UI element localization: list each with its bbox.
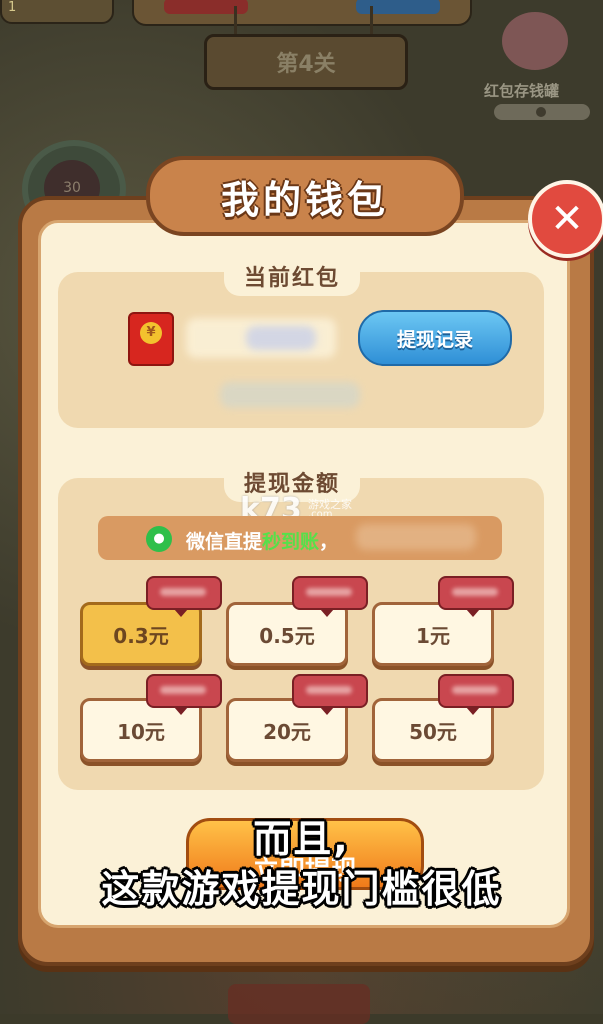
level-sign: 第4关: [204, 34, 408, 90]
piggy-bank-icon[interactable]: [502, 12, 568, 70]
top-panel: [132, 0, 472, 26]
subtitle-line-2: 这款游戏提现门槛很低: [101, 867, 502, 911]
top-panel-blue: [356, 0, 440, 14]
amount-tag: [438, 674, 514, 715]
current-packet-title: 当前红包: [224, 256, 361, 296]
top-left-counter: 1: [0, 0, 114, 24]
wechat-notice-text: 微信直提秒到账，: [186, 527, 338, 554]
bottom-item: [228, 984, 370, 1024]
wechat-text-prefix: 微信直提: [186, 531, 263, 553]
modal-title: 我的钱包: [146, 156, 464, 236]
amount-tag: [292, 674, 368, 715]
amount-tag: [146, 674, 222, 715]
close-button[interactable]: ✕: [528, 180, 603, 258]
coin-icon: ¥: [140, 322, 162, 344]
blurred-notice-tail: [356, 524, 476, 550]
wechat-text-highlight: 秒到账: [262, 531, 320, 553]
top-left-value: 1: [8, 0, 17, 15]
piggy-bank-label: 红包存钱罐: [484, 82, 560, 100]
red-packet-icon: ¥: [128, 312, 174, 366]
blurred-balance-value: [246, 326, 316, 350]
amount-tag: [146, 576, 222, 617]
subtitle-line-1: 而且,: [253, 817, 350, 861]
amount-tag: [438, 576, 514, 617]
blurred-balance-note: [220, 382, 360, 408]
amount-tag: [292, 576, 368, 617]
wechat-icon: ●: [146, 526, 172, 552]
close-icon: ✕: [550, 196, 584, 242]
wechat-text-suffix: ，: [319, 531, 339, 553]
withdraw-record-button[interactable]: 提现记录: [358, 310, 512, 366]
piggy-bank-progress: [494, 104, 590, 120]
